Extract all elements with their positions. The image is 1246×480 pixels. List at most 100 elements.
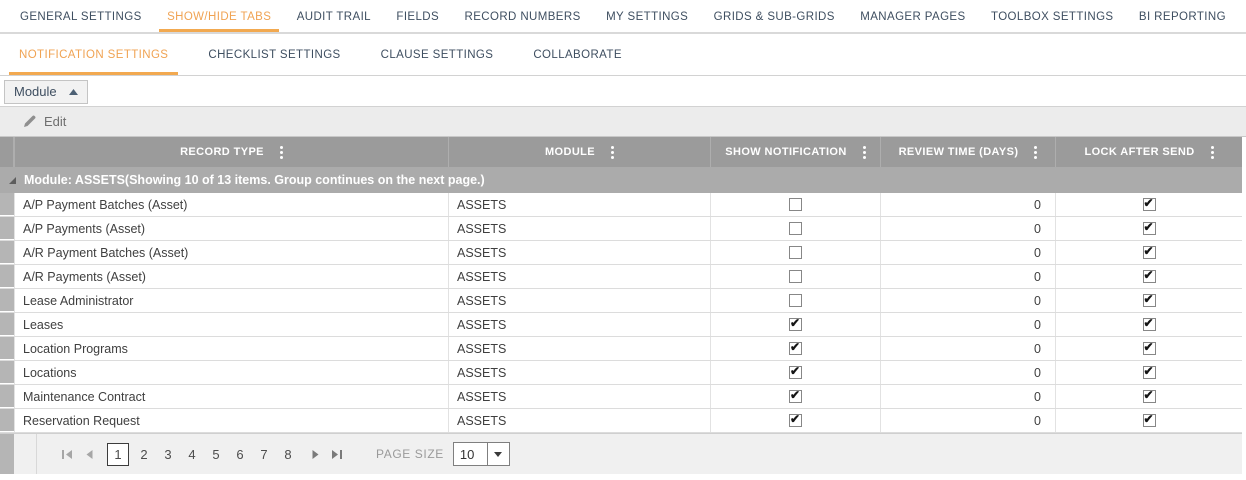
tab-fields[interactable]: FIELDS [392,2,443,30]
page-size-dropdown-button[interactable] [487,443,509,465]
review-time-cell: 0 [880,337,1055,360]
first-page-icon [61,449,73,460]
lock-after-send-checkbox[interactable] [1143,222,1156,235]
record-type-cell: Maintenance Contract [14,385,448,408]
group-by-chip-module[interactable]: Module [4,80,88,104]
page-number-8[interactable]: 8 [279,447,297,462]
table-row: LeasesASSETS0 [0,313,1242,337]
show-notification-cell [710,265,880,288]
page-number-4[interactable]: 4 [183,447,201,462]
lock-after-send-checkbox[interactable] [1143,246,1156,259]
lock-after-send-checkbox[interactable] [1143,270,1156,283]
tab-show-hide-tabs[interactable]: SHOW/HIDE TABS [163,2,275,30]
show-notification-checkbox[interactable] [789,414,802,427]
column-header-lock-after-send[interactable]: LOCK AFTER SEND [1055,137,1242,167]
row-handle[interactable] [0,385,14,408]
row-handle[interactable] [0,337,14,360]
module-cell: ASSETS [448,289,710,312]
record-type-cell: Locations [14,361,448,384]
tab-bi-reporting[interactable]: BI REPORTING [1135,2,1230,30]
show-notification-checkbox[interactable] [789,198,802,211]
column-header-show-notification[interactable]: SHOW NOTIFICATION [710,137,880,167]
row-handle[interactable] [0,241,14,264]
show-notification-checkbox[interactable] [789,366,802,379]
column-menu-icon[interactable] [863,146,866,159]
tab-audit-trail[interactable]: AUDIT TRAIL [293,2,375,30]
show-notification-checkbox[interactable] [789,270,802,283]
row-handle[interactable] [0,217,14,240]
module-cell: ASSETS [448,385,710,408]
record-type-cell: A/P Payment Batches (Asset) [14,193,448,216]
page-number-7[interactable]: 7 [255,447,273,462]
tab-manager-pages[interactable]: MANAGER PAGES [856,2,969,30]
row-handle[interactable] [0,265,14,288]
row-handle[interactable] [0,313,14,336]
lock-after-send-cell [1055,409,1242,432]
lock-after-send-checkbox[interactable] [1143,366,1156,379]
tab-grids-sub-grids[interactable]: GRIDS & SUB-GRIDS [710,2,839,30]
module-cell: ASSETS [448,409,710,432]
tab-toolbox-settings[interactable]: TOOLBOX SETTINGS [987,2,1118,30]
show-notification-checkbox[interactable] [789,342,802,355]
page-number-1[interactable]: 1 [107,443,129,466]
lock-after-send-checkbox[interactable] [1143,198,1156,211]
lock-after-send-cell [1055,313,1242,336]
row-handle[interactable] [0,361,14,384]
show-notification-checkbox[interactable] [789,318,802,331]
tab-general-settings[interactable]: GENERAL SETTINGS [16,2,146,30]
header-handle-cell [0,137,14,167]
tab-record-numbers[interactable]: RECORD NUMBERS [461,2,585,30]
collapse-group-icon[interactable] [0,176,24,185]
column-header-record-type[interactable]: RECORD TYPE [14,137,448,167]
grid-body: A/P Payment Batches (Asset) ASSETS 0 A/P Pa… [0,193,1242,433]
tab-my-settings[interactable]: MY SETTINGS [602,2,692,30]
module-cell: ASSETS [448,241,710,264]
show-notification-checkbox[interactable] [789,246,802,259]
page-size-dropdown[interactable]: 10 [453,442,510,466]
next-page-button[interactable] [304,442,326,466]
show-notification-checkbox[interactable] [789,222,802,235]
review-time-cell: 0 [880,289,1055,312]
record-type-cell: Lease Administrator [14,289,448,312]
column-menu-icon[interactable] [280,146,283,159]
lock-after-send-checkbox[interactable] [1143,294,1156,307]
column-menu-icon[interactable] [1211,146,1214,159]
lock-after-send-checkbox[interactable] [1143,318,1156,331]
row-handle[interactable] [0,409,14,432]
column-header-label: REVIEW TIME (DAYS) [899,146,1019,158]
secondary-tab-bar: NOTIFICATION SETTINGS CHECKLIST SETTINGS C… [0,34,1246,76]
page-number-2[interactable]: 2 [135,447,153,462]
column-header-review-time[interactable]: REVIEW TIME (DAYS) [880,137,1055,167]
column-menu-icon[interactable] [1034,146,1037,159]
row-handle[interactable] [0,289,14,312]
tab-collaborate[interactable]: COLLABORATE [531,34,624,75]
lock-after-send-checkbox[interactable] [1143,390,1156,403]
page-number-5[interactable]: 5 [207,447,225,462]
column-header-label: RECORD TYPE [180,146,264,158]
module-cell: ASSETS [448,361,710,384]
grid-toolbar: Edit [0,106,1246,137]
last-page-button[interactable] [326,442,348,466]
primary-tab-bar: GENERAL SETTINGS SHOW/HIDE TABS AUDIT TRAI… [0,0,1246,34]
show-notification-checkbox[interactable] [789,390,802,403]
row-handle[interactable] [0,193,14,216]
edit-button[interactable]: Edit [22,114,66,129]
tab-clause-settings[interactable]: CLAUSE SETTINGS [379,34,496,75]
page-number-3[interactable]: 3 [159,447,177,462]
tab-notification-settings[interactable]: NOTIFICATION SETTINGS [17,34,170,75]
show-notification-checkbox[interactable] [789,294,802,307]
page-size-label: PAGE SIZE [376,447,444,461]
previous-page-button[interactable] [78,442,100,466]
tab-checklist-settings[interactable]: CHECKLIST SETTINGS [206,34,342,75]
lock-after-send-checkbox[interactable] [1143,414,1156,427]
caret-up-icon[interactable] [69,89,78,95]
first-page-button[interactable] [56,442,78,466]
lock-after-send-checkbox[interactable] [1143,342,1156,355]
page-number-6[interactable]: 6 [231,447,249,462]
table-row: A/P Payments (Asset)ASSETS0 [0,217,1242,241]
column-header-module[interactable]: MODULE [448,137,710,167]
last-page-icon [331,449,343,460]
column-menu-icon[interactable] [611,146,614,159]
record-type-cell: Location Programs [14,337,448,360]
show-notification-cell [710,289,880,312]
